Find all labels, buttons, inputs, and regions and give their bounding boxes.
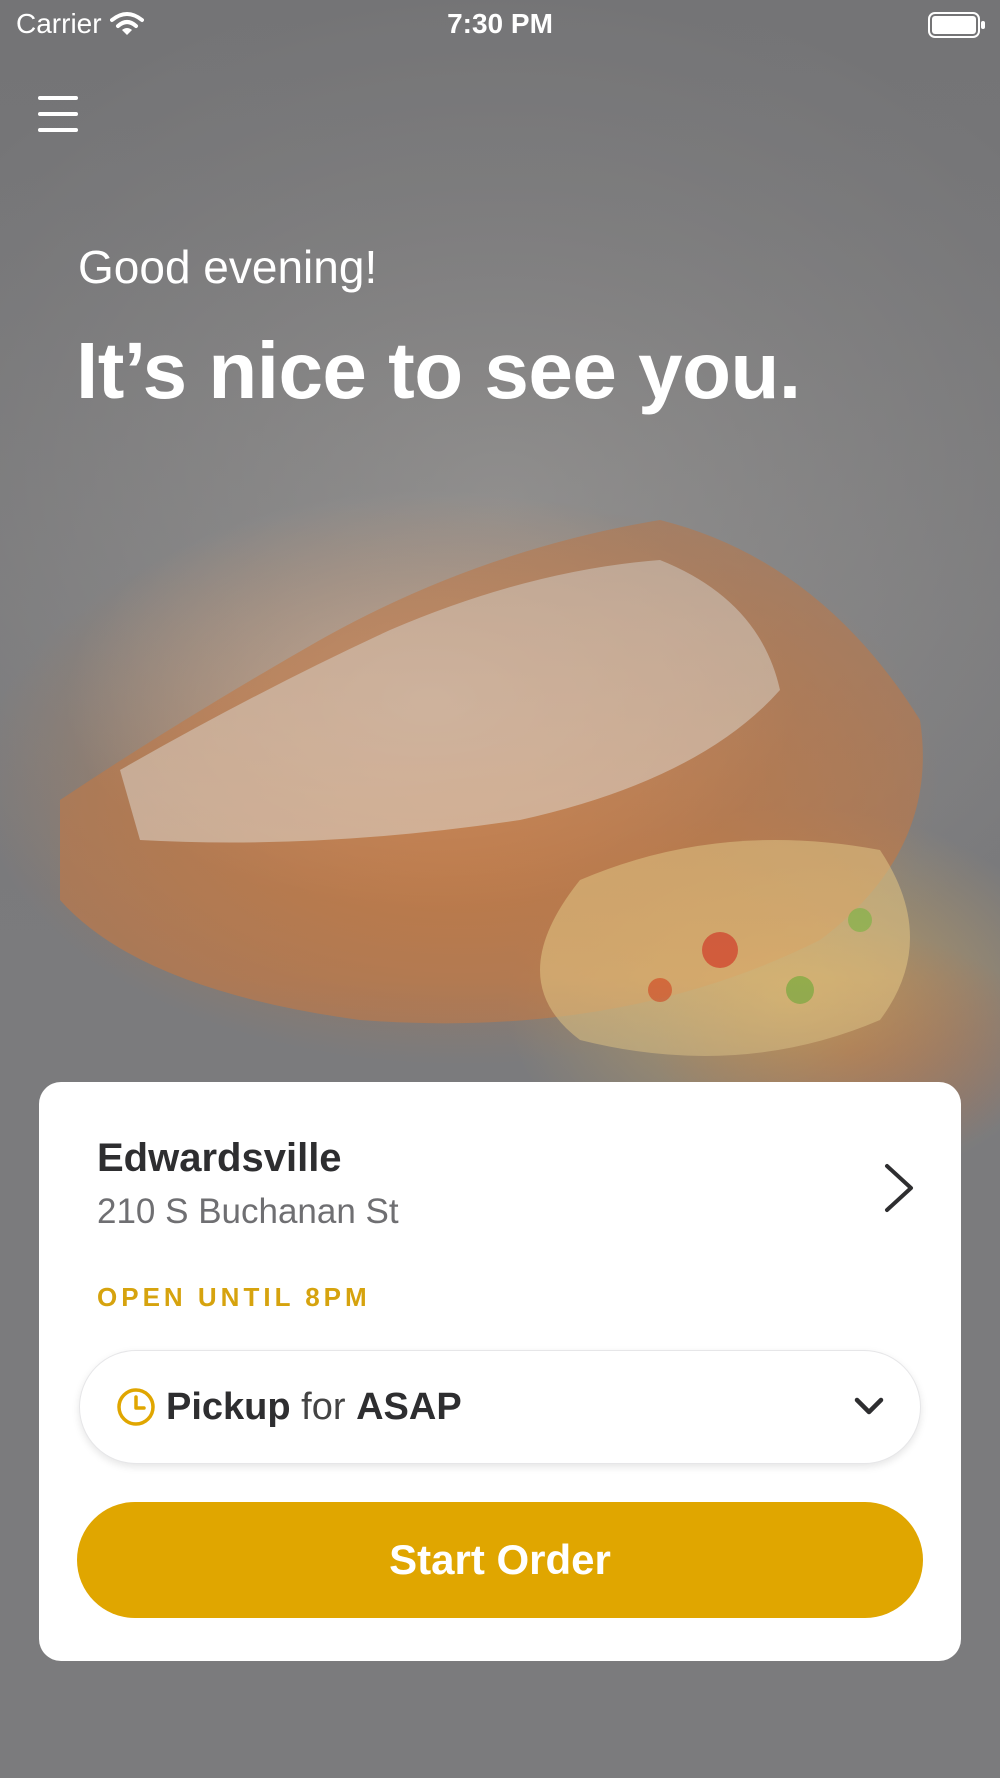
order-mode-text: Pickup for ASAP	[166, 1386, 462, 1429]
hamburger-menu-icon[interactable]	[36, 94, 80, 134]
greeting-text: Good evening!	[78, 241, 378, 293]
order-mode-dropdown[interactable]: Pickup for ASAP	[79, 1350, 921, 1464]
menu-line	[38, 96, 78, 100]
status-time: 7:30 PM	[447, 8, 553, 39]
location-card: Edwardsville 210 S Buchanan St OPEN UNTI…	[39, 1082, 961, 1661]
status-bar: Carrier 7:30 PM	[0, 0, 1000, 52]
chevron-down-icon	[854, 1397, 884, 1415]
clock-icon	[117, 1388, 155, 1426]
menu-line	[38, 112, 78, 116]
order-mode-connector: for	[301, 1385, 346, 1428]
battery-icon	[928, 12, 985, 38]
location-address: 210 S Buchanan St	[97, 1192, 399, 1231]
welcome-headline: It’s nice to see you.	[76, 326, 801, 415]
order-mode-type: Pickup	[166, 1385, 291, 1428]
order-mode-time: ASAP	[356, 1385, 462, 1428]
location-selector[interactable]: Edwardsville 210 S Buchanan St	[97, 1136, 917, 1246]
location-name: Edwardsville	[97, 1136, 342, 1180]
chevron-right-icon	[885, 1164, 913, 1212]
menu-line	[38, 128, 78, 132]
hours-status: OPEN UNTIL 8PM	[97, 1282, 371, 1312]
start-order-button[interactable]: Start Order	[77, 1502, 923, 1618]
